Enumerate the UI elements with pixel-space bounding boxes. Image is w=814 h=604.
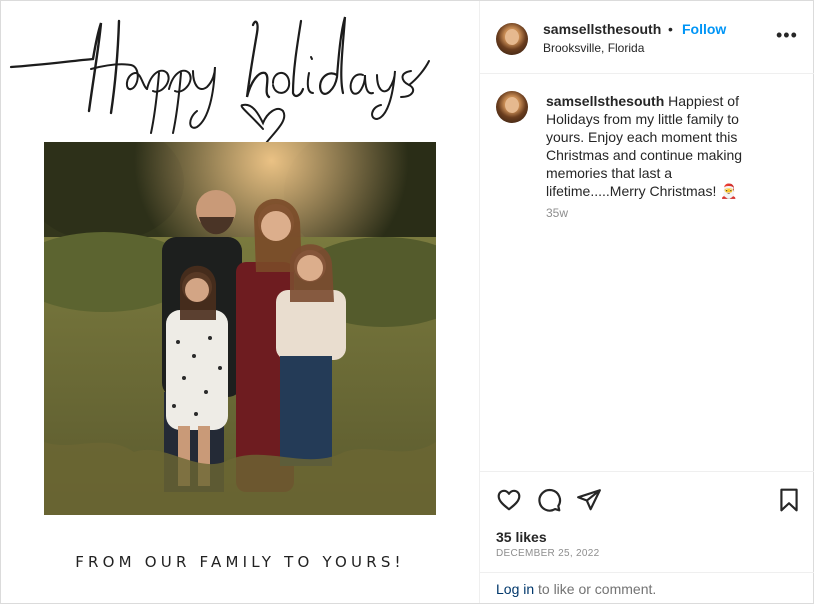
location-link[interactable]: Brooksville, Florida: [543, 41, 644, 55]
family-photo: [44, 142, 436, 515]
instagram-post: FROM OUR FAMILY TO YOURS! samsellsthesou…: [0, 0, 814, 604]
caption-text: samsellsthesouth Happiest of Holidays fr…: [546, 92, 762, 200]
action-bar: 35 likes DECEMBER 25, 2022 Log in to lik…: [480, 471, 814, 603]
heart-icon[interactable]: [496, 487, 522, 513]
bookmark-icon[interactable]: [776, 487, 802, 513]
avatar[interactable]: [496, 23, 528, 55]
likes-count[interactable]: 35 likes: [496, 529, 547, 545]
more-horizontal-icon[interactable]: •••: [776, 25, 798, 46]
post-header: samsellsthesouth • Follow Brooksville, F…: [480, 1, 814, 74]
caption-timestamp[interactable]: 35w: [546, 206, 568, 220]
photo-tagline: FROM OUR FAMILY TO YOURS!: [75, 553, 405, 571]
post-side-panel: samsellsthesouth • Follow Brooksville, F…: [479, 1, 814, 603]
login-link[interactable]: Log in: [496, 581, 534, 597]
post-media[interactable]: FROM OUR FAMILY TO YOURS!: [1, 1, 479, 603]
comment-icon[interactable]: [536, 487, 562, 513]
login-prompt: Log in to like or comment.: [480, 572, 814, 604]
login-text: to like or comment.: [538, 581, 657, 597]
separator-dot: •: [668, 21, 673, 37]
caption-username[interactable]: samsellsthesouth: [546, 93, 664, 109]
header-username[interactable]: samsellsthesouth: [543, 21, 661, 37]
share-icon[interactable]: [576, 487, 602, 513]
post-date[interactable]: DECEMBER 25, 2022: [496, 548, 599, 559]
follow-button[interactable]: Follow: [682, 21, 726, 37]
caption-avatar[interactable]: [496, 91, 528, 123]
